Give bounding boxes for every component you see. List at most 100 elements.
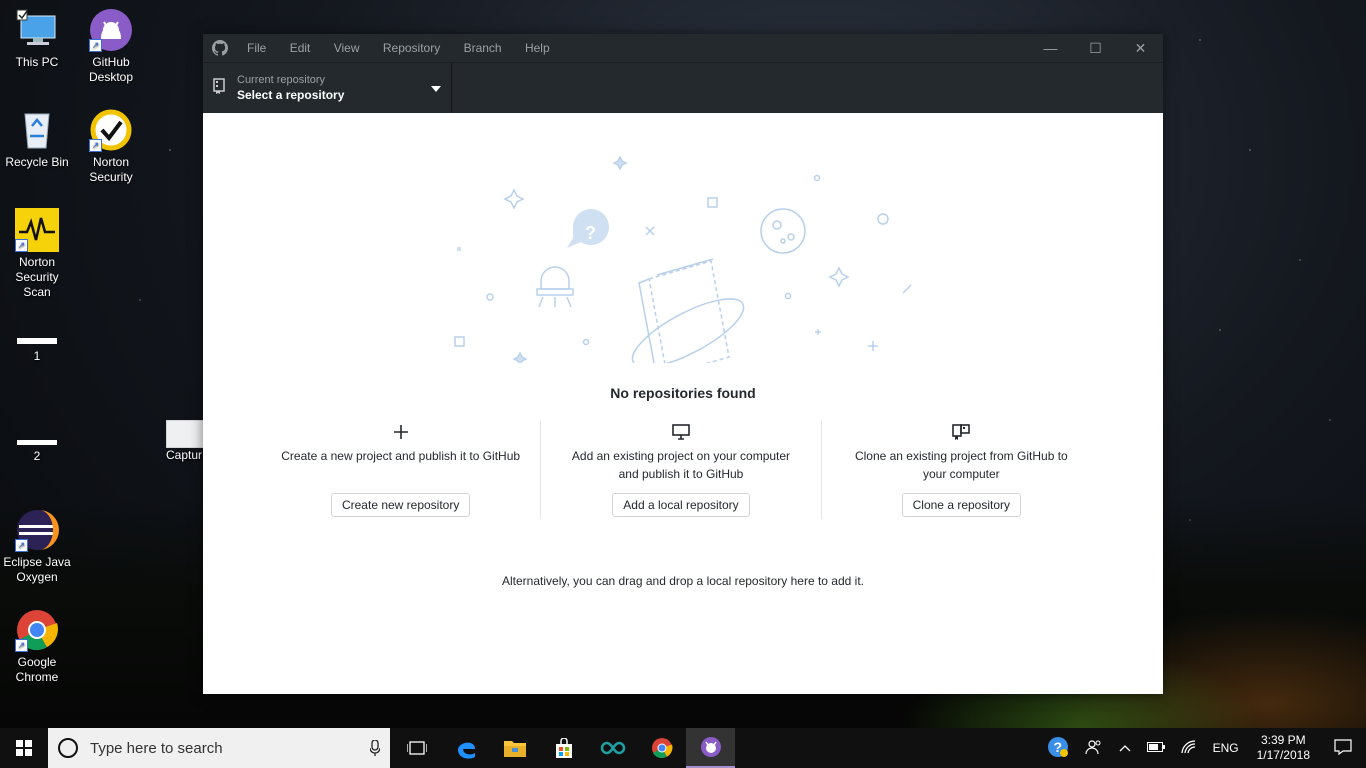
norton-scan-icon: ↗ xyxy=(15,208,59,252)
github-desktop-icon: ↗ xyxy=(89,8,133,52)
infinity-icon xyxy=(600,741,625,755)
clone-repository-action: Clone an existing project from GitHub to… xyxy=(820,421,1101,519)
recycle-bin-icon xyxy=(15,108,59,152)
action-description: Create a new project and publish it to G… xyxy=(281,449,521,463)
menu-help[interactable]: Help xyxy=(515,41,560,55)
desktop-icon-label: Google Chrome xyxy=(15,655,59,684)
action-center-button[interactable] xyxy=(1320,738,1366,758)
taskbar-arduino[interactable] xyxy=(588,728,637,768)
menu-edit[interactable]: Edit xyxy=(280,41,321,55)
chevron-up-icon[interactable] xyxy=(1111,741,1139,755)
people-icon[interactable] xyxy=(1077,739,1111,758)
caret-down-icon xyxy=(431,79,441,97)
clone-repository-button[interactable]: Clone a repository xyxy=(901,493,1022,517)
desktop-icon-label: Norton Security Scan xyxy=(15,255,59,299)
menu-repository[interactable]: Repository xyxy=(373,41,450,55)
desktop-icon-label: GitHub Desktop xyxy=(88,55,134,84)
desktop-icon-eclipse[interactable]: ↗ Eclipse Java Oxygen xyxy=(0,508,74,585)
image-thumbnail-icon xyxy=(165,419,207,449)
desktop-icon-norton-security-scan[interactable]: ↗ Norton Security Scan xyxy=(0,208,74,300)
desktop-icon-github-desktop[interactable]: ↗ GitHub Desktop xyxy=(74,8,148,85)
window-controls: — ☐ ✕ xyxy=(1028,40,1163,57)
taskbar-edge[interactable] xyxy=(441,728,490,768)
desktop-icon-label: This PC xyxy=(15,55,59,69)
desktop-icon-file-2[interactable]: 2 xyxy=(0,426,74,464)
microphone-icon[interactable] xyxy=(370,740,380,756)
cortana-icon xyxy=(58,738,78,758)
notification-icon xyxy=(1334,738,1352,755)
windows-logo-icon xyxy=(16,740,32,756)
menu-branch[interactable]: Branch xyxy=(454,41,512,55)
empty-state-title: No repositories found xyxy=(610,385,756,401)
eclipse-icon: ↗ xyxy=(15,508,59,552)
desktop-icon-file-1[interactable]: 1 xyxy=(0,326,74,364)
store-icon xyxy=(555,738,572,758)
desktop-icon-recycle-bin[interactable]: Recycle Bin xyxy=(0,108,74,170)
task-view-icon xyxy=(406,741,427,755)
repository-icon xyxy=(213,77,225,99)
file-thumbnail-icon xyxy=(15,426,59,446)
github-desktop-window: File Edit View Repository Branch Help — … xyxy=(203,34,1163,694)
search-placeholder: Type here to search xyxy=(90,739,223,757)
file-thumbnail-icon xyxy=(15,326,59,346)
action-description: Add an existing project on your computer… xyxy=(571,449,791,481)
desktop-icon-label: Norton Security xyxy=(89,155,133,184)
blank-slate-view: ? No repositories found Create a new pro… xyxy=(203,113,1163,694)
computer-icon xyxy=(15,8,59,52)
clock-date: 1/17/2018 xyxy=(1256,748,1310,762)
github-desktop-icon xyxy=(700,737,721,757)
taskbar-search-box[interactable]: Type here to search xyxy=(48,728,390,768)
plus-icon xyxy=(281,421,520,443)
clock-time: 3:39 PM xyxy=(1260,733,1306,747)
repository-value: Select a repository xyxy=(237,88,345,102)
desktop-icon-label: Captur xyxy=(166,448,203,462)
start-button[interactable] xyxy=(0,740,48,756)
github-logo-icon xyxy=(203,40,237,56)
shortcut-arrow-icon: ↗ xyxy=(15,239,28,252)
wifi-icon[interactable] xyxy=(1173,739,1205,757)
desktop-icon-this-pc[interactable]: This PC xyxy=(0,8,74,70)
drag-drop-hint: Alternatively, you can drag and drop a l… xyxy=(502,574,864,588)
menu-view[interactable]: View xyxy=(324,41,370,55)
svg-text:?: ? xyxy=(585,223,596,243)
desktop-icon-google-chrome[interactable]: ↗ Google Chrome xyxy=(0,608,74,685)
toolbar: Current repository Select a repository xyxy=(203,62,1163,113)
taskbar-github-desktop[interactable] xyxy=(686,728,735,768)
desktop-icon-label: Eclipse Java Oxygen xyxy=(3,555,71,584)
folder-icon xyxy=(503,741,526,757)
shortcut-arrow-icon: ↗ xyxy=(15,539,28,552)
task-view-button[interactable] xyxy=(392,728,441,768)
blank-slate-actions: Create a new project and publish it to G… xyxy=(261,421,1101,519)
desktop-icon-label: 1 xyxy=(33,349,41,363)
chrome-icon: ↗ xyxy=(15,608,59,652)
add-local-repository-action: Add an existing project on your computer… xyxy=(540,421,820,519)
title-bar: File Edit View Repository Branch Help — … xyxy=(203,34,1163,62)
shortcut-arrow-icon: ↗ xyxy=(15,639,28,652)
shortcut-arrow-icon: ↗ xyxy=(89,39,102,52)
desktop-icon-label: Recycle Bin xyxy=(5,155,69,169)
no-repositories-illustration: ? xyxy=(454,155,912,363)
desktop-icon-norton-security[interactable]: ↗ Norton Security xyxy=(74,108,148,185)
norton-icon: ↗ xyxy=(89,108,133,152)
repository-caption: Current repository xyxy=(237,74,326,86)
create-new-repository-button[interactable]: Create new repository xyxy=(330,493,471,517)
menu-file[interactable]: File xyxy=(237,41,276,55)
taskbar: Type here to search ? ENG 3:39 PM 1/17/2… xyxy=(0,728,1366,768)
help-tray-icon[interactable]: ? xyxy=(1039,736,1077,761)
language-indicator[interactable]: ENG xyxy=(1205,741,1247,755)
battery-icon[interactable] xyxy=(1139,741,1173,755)
maximize-button[interactable]: ☐ xyxy=(1073,40,1118,57)
current-repository-dropdown[interactable]: Current repository Select a repository xyxy=(203,63,452,113)
taskbar-store[interactable] xyxy=(539,728,588,768)
close-button[interactable]: ✕ xyxy=(1118,40,1163,57)
menu-bar: File Edit View Repository Branch Help xyxy=(237,41,560,55)
desktop-icon-label: 2 xyxy=(33,449,41,463)
repo-clone-icon xyxy=(842,421,1081,443)
taskbar-clock[interactable]: 3:39 PM 1/17/2018 xyxy=(1247,733,1320,763)
taskbar-file-explorer[interactable] xyxy=(490,728,539,768)
add-local-repository-button[interactable]: Add a local repository xyxy=(612,493,750,517)
taskbar-chrome[interactable] xyxy=(637,728,686,768)
shortcut-arrow-icon: ↗ xyxy=(89,139,102,152)
desktop-icon xyxy=(561,421,800,443)
minimize-button[interactable]: — xyxy=(1028,40,1073,57)
